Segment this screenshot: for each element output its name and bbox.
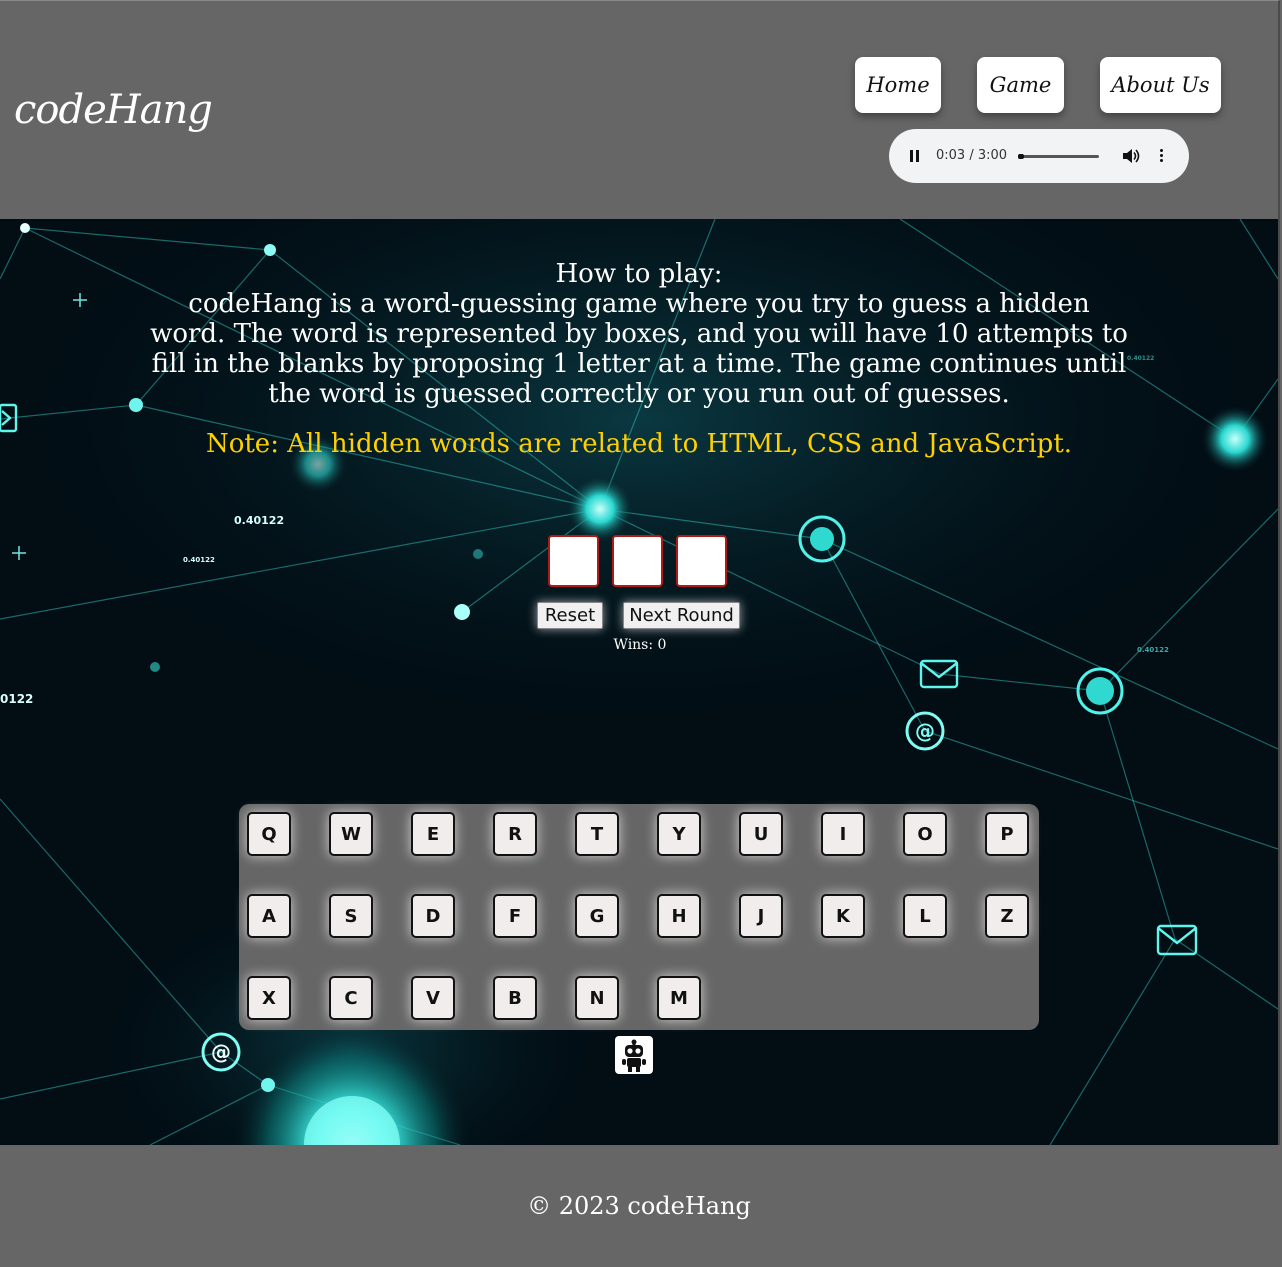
nav-home-button[interactable]: Home xyxy=(855,57,941,113)
svg-text:@: @ xyxy=(211,1040,231,1064)
bg-label: 0.40122 xyxy=(1127,355,1154,362)
audio-seek-bar[interactable] xyxy=(1018,154,1099,159)
site-footer: © 2023 codeHang xyxy=(0,1145,1278,1267)
key-m[interactable]: M xyxy=(657,976,701,1020)
bg-label: 0.40122 xyxy=(1137,646,1169,654)
bg-label: 0122 xyxy=(0,692,33,706)
robot-icon xyxy=(615,1036,653,1074)
audio-player[interactable]: 0:03 / 3:00 xyxy=(889,129,1189,183)
on-screen-keyboard: QWERTYUIOP ASDFGHJKLZ XCVBNM xyxy=(239,804,1039,1030)
volume-icon[interactable] xyxy=(1122,148,1140,164)
key-j[interactable]: J xyxy=(739,894,783,938)
game-area: @ @ 0.40122 0.40122 0122 0.40122 0.40122… xyxy=(0,219,1280,1145)
key-z[interactable]: Z xyxy=(985,894,1029,938)
wins-counter: Wins: 0 xyxy=(613,637,667,653)
key-l[interactable]: L xyxy=(903,894,947,938)
audio-seek-fill xyxy=(1018,154,1024,159)
key-f[interactable]: F xyxy=(493,894,537,938)
how-to-play: How to play: codeHang is a word-guessing… xyxy=(150,259,1128,409)
bg-label: 0.40122 xyxy=(234,514,284,527)
key-e[interactable]: E xyxy=(411,812,455,856)
key-c[interactable]: C xyxy=(329,976,373,1020)
key-t[interactable]: T xyxy=(575,812,619,856)
key-d[interactable]: D xyxy=(411,894,455,938)
letter-box xyxy=(612,535,663,587)
bg-label: 0.40122 xyxy=(183,556,215,564)
nav-about-button[interactable]: About Us xyxy=(1100,57,1221,113)
nav-game-button[interactable]: Game xyxy=(977,57,1064,113)
key-o[interactable]: O xyxy=(903,812,947,856)
key-q[interactable]: Q xyxy=(247,812,291,856)
more-options-icon[interactable] xyxy=(1160,148,1164,164)
key-v[interactable]: V xyxy=(411,976,455,1020)
site-logo[interactable]: codeHang xyxy=(14,87,213,133)
key-n[interactable]: N xyxy=(575,976,619,1020)
key-y[interactable]: Y xyxy=(657,812,701,856)
audio-time: 0:03 / 3:00 xyxy=(936,148,1008,163)
key-g[interactable]: G xyxy=(575,894,619,938)
key-h[interactable]: H xyxy=(657,894,701,938)
key-r[interactable]: R xyxy=(493,812,537,856)
site-header: codeHang Home Game About Us 0:03 / 3:00 xyxy=(0,0,1280,219)
key-i[interactable]: I xyxy=(821,812,865,856)
how-to-play-heading: How to play: xyxy=(555,259,723,289)
letter-box xyxy=(676,535,727,587)
key-p[interactable]: P xyxy=(985,812,1029,856)
key-a[interactable]: A xyxy=(247,894,291,938)
how-to-play-body: codeHang is a word-guessing game where y… xyxy=(150,289,1128,409)
next-round-button[interactable]: Next Round xyxy=(623,602,740,629)
svg-text:@: @ xyxy=(915,719,935,743)
key-b[interactable]: B xyxy=(493,976,537,1020)
key-x[interactable]: X xyxy=(247,976,291,1020)
key-u[interactable]: U xyxy=(739,812,783,856)
key-k[interactable]: K xyxy=(821,894,865,938)
hidden-words-note: Note: All hidden words are related to HT… xyxy=(205,429,1073,459)
pause-icon[interactable] xyxy=(910,150,920,162)
key-w[interactable]: W xyxy=(329,812,373,856)
key-s[interactable]: S xyxy=(329,894,373,938)
copyright-text: © 2023 codeHang xyxy=(527,1192,751,1220)
letter-box xyxy=(548,535,599,587)
reset-button[interactable]: Reset xyxy=(537,602,603,629)
